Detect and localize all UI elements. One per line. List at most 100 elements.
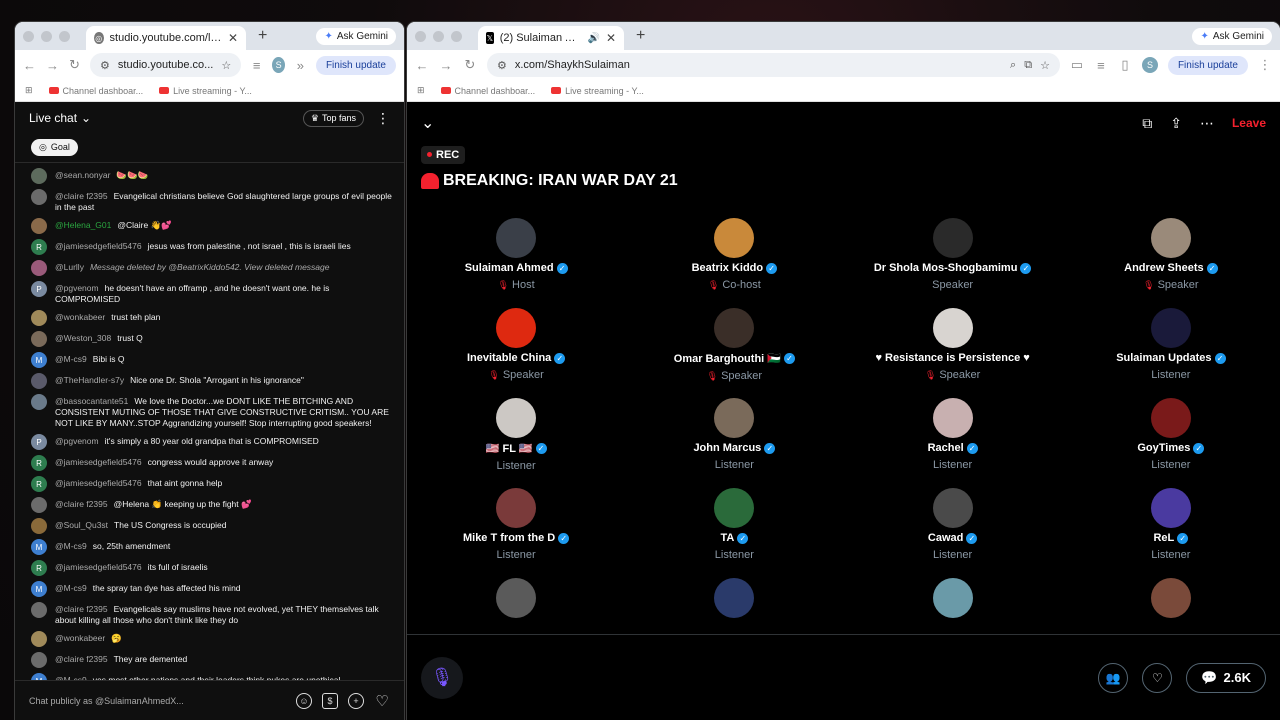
author-name[interactable]: @pgvenom (55, 436, 99, 446)
avatar[interactable]: P (31, 281, 47, 297)
participant-avatar[interactable] (714, 578, 755, 618)
bookmark-channel-dashboard[interactable]: Channel dashboar... (48, 86, 143, 96)
new-tab-button[interactable]: + (630, 27, 651, 45)
author-name[interactable]: @jamiesedgefield5476 (55, 562, 142, 572)
participant-card[interactable]: TA ✓ Listener (625, 488, 843, 574)
react-heart-icon[interactable]: ♡ (1142, 662, 1173, 693)
participant-avatar[interactable] (1150, 488, 1191, 528)
avatar[interactable]: R (31, 455, 47, 471)
avatar[interactable]: M (31, 352, 47, 368)
participant-card[interactable]: 🇺🇸 FL 🇺🇸 ✓ Listener (407, 398, 625, 484)
goal-button[interactable]: ◎ Goal (31, 138, 78, 156)
author-name[interactable]: @Weston_308 (55, 333, 111, 343)
forward-icon[interactable]: → (46, 58, 59, 73)
chat-message[interactable]: @Soul_Qu3st The US Congress is occupied (15, 515, 404, 536)
ask-gemini-button[interactable]: ✦ Ask Gemini (316, 27, 396, 45)
audio-playing-icon[interactable]: 🔊 (587, 33, 599, 44)
avatar[interactable]: R (31, 239, 47, 255)
participant-avatar[interactable] (1150, 398, 1191, 438)
address-bar[interactable]: ⚙ studio.youtube.co... ☆ (90, 53, 242, 77)
chat-message[interactable]: @claire f2395 Evangelical christians beli… (15, 186, 404, 215)
participant-avatar[interactable] (496, 578, 537, 618)
participant-card[interactable]: Cawad ✓ Listener (844, 488, 1062, 574)
minimize-chevron-icon[interactable]: ⌄ (421, 113, 434, 133)
window-controls[interactable] (415, 30, 462, 42)
top-fans-button[interactable]: ♛ Top fans (302, 109, 364, 127)
participant-avatar[interactable] (932, 578, 973, 618)
participant-avatar[interactable] (1150, 578, 1191, 618)
author-name[interactable]: @wonkabeer (55, 633, 105, 643)
chat-message[interactable]: P @pgvenom he doesn't have an offramp , an… (15, 278, 404, 307)
author-name[interactable]: @Helena_G01 (55, 220, 111, 230)
chat-message[interactable]: @Weston_308 trust Q (15, 328, 404, 349)
address-bar[interactable]: ⚙ x.com/ShaykhSulaiman ⌕ ⧉ ☆ (487, 53, 1060, 77)
avatar[interactable] (31, 189, 47, 205)
participant-card[interactable]: Dr Shola Mos-Shogbamimu ✓ Speaker (844, 218, 1062, 304)
share-icon[interactable]: ⇪ (1170, 115, 1182, 132)
bookmark-live-streaming[interactable]: Live streaming - Y... (159, 86, 252, 96)
chat-message[interactable]: P @pgvenom it's simply a 80 year old grand… (15, 431, 404, 452)
close-tab-icon[interactable]: ✕ (606, 31, 616, 45)
participant-avatar[interactable] (932, 308, 973, 348)
avatar[interactable] (31, 631, 47, 647)
bookmark-live-streaming[interactable]: Live streaming - Y... (551, 86, 644, 96)
participant-card[interactable]: Sulaiman Updates ✓ Listener (1062, 308, 1280, 394)
author-name[interactable]: @pgvenom (55, 283, 99, 293)
apps-grid-icon[interactable]: ⊞ (25, 85, 33, 96)
chat-message[interactable]: M @M-cs9yes most other nations and their … (15, 670, 404, 680)
reload-icon[interactable]: ↻ (69, 57, 80, 73)
chat-message[interactable]: @Helena_G01 @Claire 👋💕 (15, 215, 404, 236)
tab-x-profile[interactable]: 𝕏 (2) Sulaiman Ahmed (@Sl 🔊 ✕ (478, 26, 624, 50)
participant-avatar[interactable] (496, 488, 537, 528)
zoom-icon[interactable]: ⌕ (1010, 59, 1016, 72)
finish-update-button[interactable]: Finish update (1167, 55, 1248, 75)
avatar[interactable] (31, 602, 47, 618)
avatar[interactable] (31, 652, 47, 668)
author-name[interactable]: @claire f2395 (55, 604, 108, 614)
tab-live-chat[interactable]: ◎ studio.youtube.com/live_chat ✕ (86, 26, 246, 50)
add-icon[interactable]: + (348, 692, 364, 709)
live-chat-dropdown[interactable]: Live chat ⌄ (29, 111, 91, 125)
participant-avatar[interactable] (714, 308, 755, 348)
participant-card[interactable]: ♥ Resistance is Persistence ♥ 🎙 Speaker (844, 308, 1062, 394)
bookmark-channel-dashboard[interactable]: Channel dashboar... (440, 86, 535, 96)
author-name[interactable]: @claire f2395 (55, 499, 108, 509)
chat-message[interactable]: R @jamiesedgefield5476 that aint gonna hel… (15, 473, 404, 494)
chat-menu-icon[interactable]: ⋮ (376, 110, 390, 127)
profile-avatar[interactable]: S (1141, 57, 1158, 73)
chat-message[interactable]: R @jamiesedgefield5476 congress would appr… (15, 452, 404, 473)
participant-card[interactable]: Inevitable China ✓ 🎙 Speaker (407, 308, 625, 394)
chat-message[interactable]: @wonkabeer trust teh plan (15, 307, 404, 328)
avatar[interactable] (31, 168, 47, 184)
author-name[interactable]: @jamiesedgefield5476 (55, 241, 142, 251)
avatar[interactable] (31, 310, 47, 326)
dock-icon[interactable]: ⧉ (1142, 115, 1152, 132)
chat-message[interactable]: R @jamiesedgefield5476 jesus was from pale… (15, 236, 404, 257)
author-name[interactable]: @TheHandler-s7y (55, 375, 124, 385)
finish-update-button[interactable]: Finish update (315, 55, 396, 75)
participant-avatar[interactable] (496, 398, 537, 438)
leave-button[interactable]: Leave (1232, 116, 1266, 130)
chat-message[interactable]: @claire f2395 @Helena 👏 keeping up the fi… (15, 494, 404, 515)
avatar[interactable]: M (31, 539, 47, 555)
people-icon[interactable]: 👥 (1098, 662, 1129, 693)
chat-message[interactable]: R @jamiesedgefield5476 its full of israeli… (15, 557, 404, 578)
new-tab-button[interactable]: + (252, 27, 273, 45)
participant-card[interactable]: GoyTimes ✓ Listener (1062, 398, 1280, 484)
chat-message[interactable]: @claire f2395 They are demented (15, 649, 404, 670)
back-icon[interactable]: ← (23, 58, 36, 73)
ask-gemini-button[interactable]: ✦ Ask Gemini (1192, 27, 1272, 45)
author-name[interactable]: @wonkabeer (55, 312, 105, 322)
comments-button[interactable]: 💬 2.6K (1186, 662, 1266, 693)
avatar[interactable] (31, 218, 47, 234)
participant-avatar[interactable] (1150, 308, 1191, 348)
author-name[interactable]: @claire f2395 (55, 654, 108, 664)
bookmark-star-icon[interactable]: ☆ (1040, 59, 1050, 72)
author-name[interactable]: @Soul_Qu3st (55, 520, 108, 530)
participant-avatar[interactable] (1150, 218, 1191, 258)
chat-message[interactable]: @TheHandler-s7y Nice one Dr. Shola "Arrog… (15, 370, 404, 391)
avatar[interactable] (31, 260, 47, 276)
avatar[interactable] (31, 497, 47, 513)
participant-card[interactable]: ReL ✓ Listener (1062, 488, 1280, 574)
author-name[interactable]: @jamiesedgefield5476 (55, 457, 142, 467)
